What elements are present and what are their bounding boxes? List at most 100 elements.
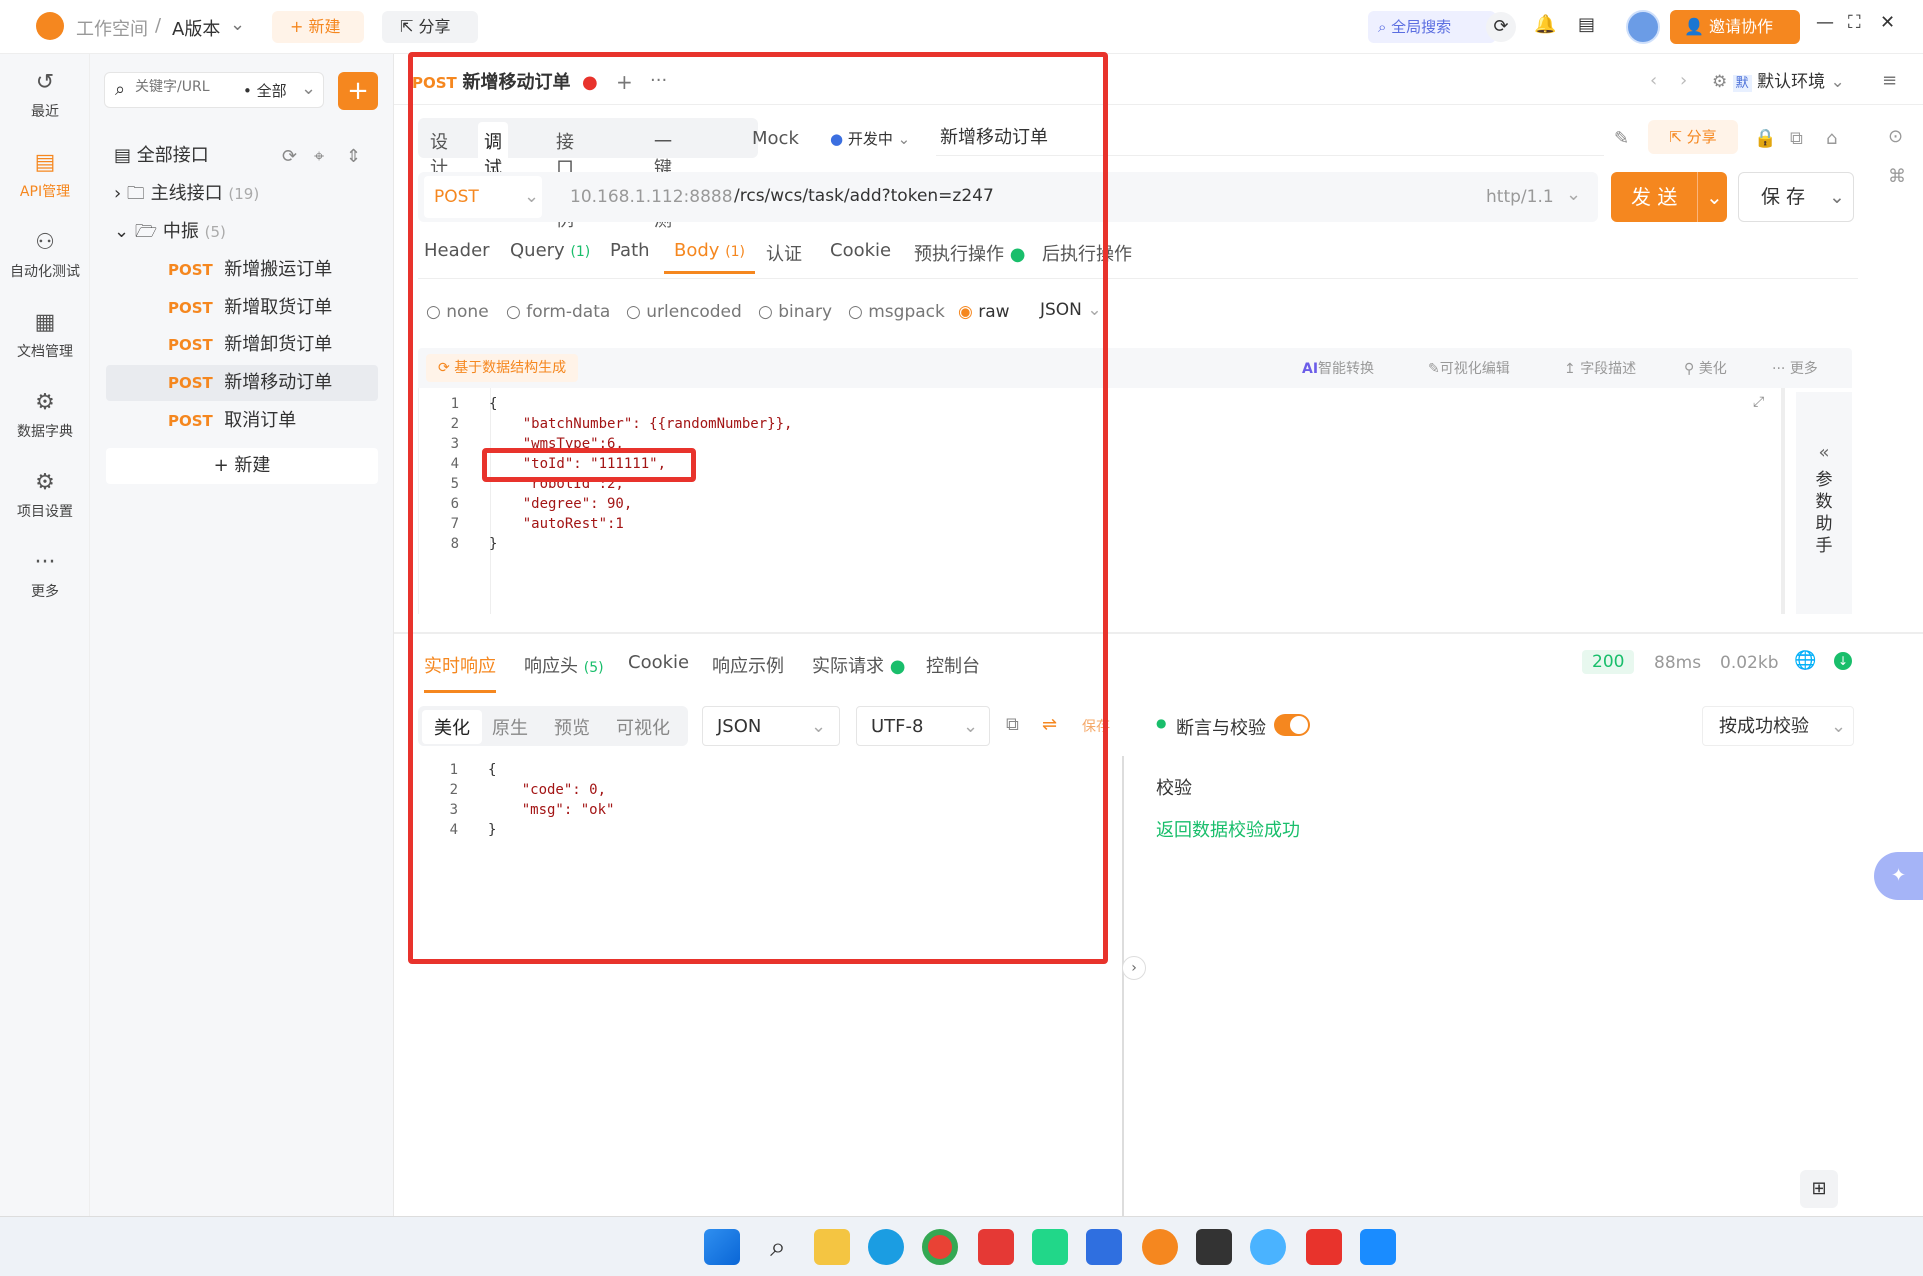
api-item-new-transport-order[interactable]: POST 新增搬运订单 — [168, 252, 378, 288]
more-tools-button[interactable]: ··· 更多 — [1772, 358, 1818, 378]
field-desc-button[interactable]: ↥ 字段描述 — [1564, 358, 1636, 378]
feishu-icon[interactable] — [1360, 1229, 1396, 1265]
workspace-link[interactable]: 工作空间 — [76, 15, 148, 41]
folder-icon: 🗀 — [126, 183, 151, 204]
app-blue-icon[interactable] — [1086, 1229, 1122, 1265]
nav-project-settings[interactable]: ⚙ 项目设置 — [0, 470, 90, 521]
app-red-icon[interactable] — [978, 1229, 1014, 1265]
right-rail-icon[interactable]: ⊙ — [1888, 126, 1903, 147]
nav-api-management[interactable]: ▤ API管理 — [0, 150, 90, 201]
menu-icon[interactable]: ≡ — [1882, 70, 1897, 91]
breadcrumb-separator: / — [155, 15, 162, 36]
chrome-icon[interactable] — [922, 1229, 958, 1265]
assistant-bubble-icon[interactable]: ✦ — [1874, 852, 1923, 900]
wps-icon[interactable] — [1306, 1229, 1342, 1265]
search-box[interactable]: ⌕ • 全部 ⌄ — [104, 72, 324, 108]
file-explorer-icon[interactable] — [814, 1229, 850, 1265]
locate-icon[interactable]: ⌖ — [314, 146, 324, 167]
refresh-icon[interactable]: ⟳ — [1486, 12, 1516, 42]
new-button[interactable]: + 新建 — [272, 11, 364, 43]
doc-icon: ▦ — [34, 310, 56, 335]
nav-more[interactable]: ··· 更多 — [0, 550, 90, 601]
share-button[interactable]: ⇱ 分享 — [382, 11, 478, 43]
layout-toggle-icon[interactable]: ⊞ — [1800, 1170, 1838, 1208]
annotation-box-main — [408, 52, 1108, 964]
expand-icon[interactable]: ⤢ — [1753, 394, 1764, 410]
history-icon: ↺ — [35, 70, 55, 95]
more-icon: ··· — [1772, 361, 1790, 377]
response-time: 88ms — [1654, 653, 1702, 673]
lock-icon[interactable]: 🔒 — [1754, 128, 1776, 149]
avatar[interactable] — [1626, 10, 1660, 44]
search-input[interactable] — [135, 79, 235, 95]
nav-recent[interactable]: ↺ 最近 — [0, 70, 90, 121]
assert-toggle[interactable] — [1274, 714, 1310, 736]
api-item-new-unload-order[interactable]: POST 新增卸货订单 — [168, 327, 378, 363]
param-helper-panel[interactable]: « 参数助手 — [1796, 392, 1852, 614]
global-search-button[interactable]: ⌕ 全局搜索 — [1368, 11, 1496, 43]
visual-edit-button[interactable]: ✎可视化编辑 — [1428, 358, 1510, 378]
flow-icon: ⚇ — [35, 230, 55, 255]
expand-right-icon[interactable]: › — [1122, 956, 1146, 980]
filter-select[interactable]: • 全部 — [243, 80, 287, 101]
editor-scrollbar[interactable] — [1781, 388, 1785, 614]
nav-docs[interactable]: ▦ 文档管理 — [0, 310, 90, 361]
share-api-button[interactable]: ⇱ 分享 — [1648, 120, 1738, 154]
close-icon[interactable]: ✕ — [1880, 12, 1895, 33]
collapse-left-icon: « — [1818, 442, 1830, 463]
panel-splitter[interactable] — [1122, 756, 1124, 1216]
chevron-down-icon: ⌄ — [230, 14, 246, 35]
assert-mode-select[interactable]: 按成功校验 ⌄ — [1702, 706, 1854, 746]
ai-convert-button[interactable]: AI智能转换 — [1302, 358, 1374, 378]
send-dropdown-icon[interactable]: ⌄ — [1697, 172, 1723, 222]
nav-data-dictionary[interactable]: ⚙ 数据字典 — [0, 390, 90, 441]
api-item-new-pickup-order[interactable]: POST 新增取货订单 — [168, 290, 378, 326]
apifox-taskbar-icon[interactable] — [1142, 1229, 1178, 1265]
chat-app-icon[interactable] — [1250, 1229, 1286, 1265]
globe-icon[interactable]: 🌐 — [1794, 650, 1816, 671]
edge-icon[interactable] — [868, 1229, 904, 1265]
search-icon: ⌕ — [1378, 18, 1392, 36]
bell-icon[interactable]: 🔔 — [1534, 14, 1556, 35]
invite-button[interactable]: 👤 邀请协作 — [1670, 10, 1800, 44]
notes-icon[interactable]: ▤ — [1578, 14, 1595, 35]
collapse-icon[interactable]: ⇕ — [346, 146, 361, 167]
api-tree-sidebar: ⌕ • 全部 ⌄ + ▤ 全部接口 ⟳ ⌖ ⇕ › 🗀 主线接口 (19) ⌄ … — [90, 54, 394, 1216]
check-result: 返回数据校验成功 — [1156, 820, 1300, 841]
user-add-icon: 👤 — [1684, 17, 1710, 36]
api-item-cancel-order[interactable]: POST 取消订单 — [168, 403, 378, 439]
tab-next-icon[interactable]: › — [1680, 70, 1687, 91]
api-icon: ▤ — [34, 150, 56, 175]
tab-prev-icon[interactable]: ‹ — [1650, 70, 1657, 91]
ai-icon: AI — [1302, 361, 1319, 377]
maximize-icon[interactable]: ⛶ — [1848, 12, 1861, 33]
archive-icon[interactable]: ⌂ — [1826, 128, 1837, 149]
beautify-button[interactable]: ⚲ 美化 — [1684, 358, 1727, 378]
terminal-icon[interactable] — [1196, 1229, 1232, 1265]
edit-icon[interactable]: ✎ — [1614, 128, 1629, 149]
new-item-button[interactable]: + 新建 — [106, 448, 378, 484]
add-button[interactable]: + — [338, 72, 378, 110]
save-button[interactable]: 保 存 ⌄ — [1738, 172, 1854, 222]
chevron-down-icon: ⌄ — [1830, 72, 1845, 92]
pycharm-icon[interactable] — [1032, 1229, 1068, 1265]
copy-icon[interactable]: ⧉ — [1790, 128, 1803, 149]
search-icon[interactable]: ⌕ — [760, 1229, 796, 1265]
protocol-select[interactable]: http/1.1 — [1486, 187, 1554, 207]
save-dropdown-icon[interactable]: ⌄ — [1829, 173, 1845, 221]
windows-start-icon[interactable] — [704, 1229, 740, 1265]
send-button[interactable]: 发 送 ⌄ — [1611, 172, 1727, 222]
version-selector[interactable]: A版本 — [172, 15, 220, 41]
sync-icon[interactable]: ⟳ — [282, 146, 297, 167]
right-rail-code-icon[interactable]: ⌘ — [1888, 166, 1906, 187]
minimize-icon[interactable]: — — [1816, 12, 1834, 33]
folder-zhongzhen[interactable]: ⌄ 🗁 中振 (5) — [114, 214, 404, 250]
response-size: 0.02kb — [1720, 653, 1779, 673]
folder-main-apis[interactable]: › 🗀 主线接口 (19) — [114, 176, 404, 212]
environment-selector[interactable]: ⚙ 默 默认环境 ⌄ — [1712, 66, 1862, 98]
title-bar: 工作空间 / A版本 ⌄ + 新建 ⇱ 分享 ⌕ 全局搜索 ⟳ 🔔 ▤ 👤 邀请… — [0, 0, 1923, 54]
check-label: 校验 — [1156, 778, 1192, 799]
nav-automation-test[interactable]: ⚇ 自动化测试 — [0, 230, 90, 281]
download-icon[interactable]: ↓ — [1834, 652, 1852, 670]
api-item-new-move-order[interactable]: POST 新增移动订单 — [106, 365, 378, 401]
